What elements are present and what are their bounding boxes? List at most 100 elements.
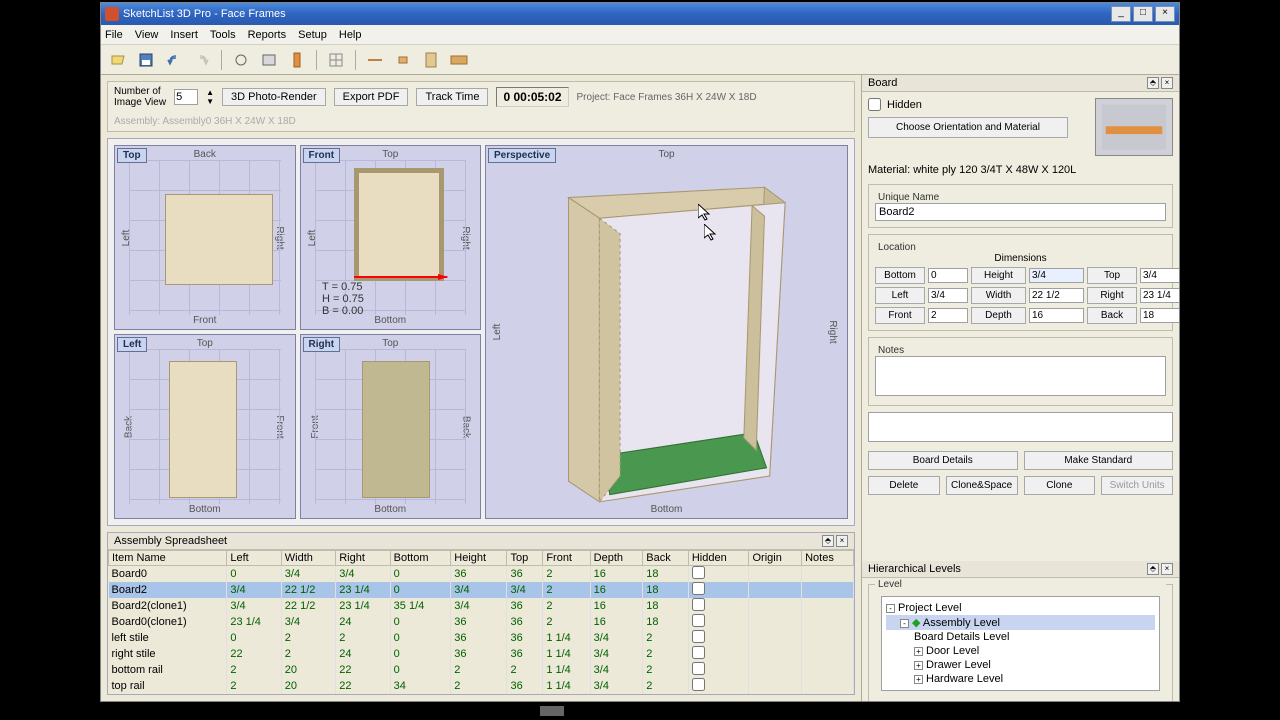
clone-button[interactable]: Clone (1024, 476, 1096, 495)
track-time-button[interactable]: Track Time (416, 88, 488, 106)
hidden-checkbox[interactable] (692, 678, 705, 691)
viewport-front[interactable]: Front Top Bottom Left Right T = 0.75 H =… (300, 145, 482, 330)
table-row[interactable]: bottom rail220220221 1/43/42 (109, 662, 854, 678)
undo-icon[interactable] (163, 49, 185, 71)
width-button[interactable]: Width (971, 287, 1026, 304)
save-icon[interactable] (135, 49, 157, 71)
tree-item[interactable]: +Drawer Level (886, 658, 1155, 672)
table-row[interactable]: Board003/43/40363621618 (109, 566, 854, 583)
spreadsheet-table[interactable]: Item NameLeftWidthRightBottomHeightTopFr… (108, 550, 854, 694)
back-input[interactable] (1140, 308, 1179, 323)
close-button[interactable]: × (1155, 6, 1175, 22)
choose-orientation-button[interactable]: Choose Orientation and Material (868, 117, 1068, 138)
column-header[interactable]: Back (643, 551, 689, 566)
menu-insert[interactable]: Insert (170, 29, 198, 41)
hidden-checkbox[interactable] (692, 598, 705, 611)
panel-close-icon[interactable]: × (1161, 77, 1173, 89)
column-header[interactable]: Front (543, 551, 590, 566)
notes-textarea[interactable] (875, 356, 1166, 396)
board-details-button[interactable]: Board Details (868, 451, 1018, 470)
left-button[interactable]: Left (875, 287, 925, 304)
maximize-button[interactable]: □ (1133, 6, 1153, 22)
viewport-top[interactable]: Top Back Front Left Right (114, 145, 296, 330)
tree-item[interactable]: -Project Level (886, 601, 1155, 615)
column-header[interactable]: Top (507, 551, 543, 566)
table-row[interactable]: Board2(clone1)3/422 1/223 1/435 1/43/436… (109, 598, 854, 614)
tree-item[interactable]: +Hardware Level (886, 672, 1155, 686)
column-header[interactable]: Bottom (390, 551, 451, 566)
line-icon[interactable] (364, 49, 386, 71)
depth-button[interactable]: Depth (971, 307, 1026, 324)
column-header[interactable]: Notes (802, 551, 854, 566)
left-input[interactable] (928, 288, 968, 303)
depth-input[interactable] (1029, 308, 1084, 323)
menu-setup[interactable]: Setup (298, 29, 327, 41)
open-icon[interactable] (107, 49, 129, 71)
menu-file[interactable]: File (105, 29, 123, 41)
wide-panel-icon[interactable] (448, 49, 470, 71)
menu-view[interactable]: View (135, 29, 159, 41)
clone-space-button[interactable]: Clone&Space (946, 476, 1018, 495)
num-views-input[interactable] (174, 89, 198, 105)
width-input[interactable] (1029, 288, 1084, 303)
table-row[interactable]: Board23/422 1/223 1/403/43/421618 (109, 582, 854, 598)
unique-name-input[interactable] (875, 203, 1166, 221)
small-rect-icon[interactable] (392, 49, 414, 71)
hidden-checkbox[interactable] (692, 662, 705, 675)
tree-item[interactable]: +Door Level (886, 644, 1155, 658)
menu-tools[interactable]: Tools (210, 29, 236, 41)
hidden-checkbox[interactable] (692, 614, 705, 627)
column-header[interactable]: Depth (590, 551, 643, 566)
viewport-perspective[interactable]: Perspective Top Bottom Left Right (485, 145, 848, 519)
top-button[interactable]: Top (1087, 267, 1137, 284)
photo-render-button[interactable]: 3D Photo-Render (222, 88, 326, 106)
menu-reports[interactable]: Reports (248, 29, 287, 41)
column-header[interactable]: Hidden (688, 551, 749, 566)
hidden-checkbox[interactable] (692, 566, 705, 579)
table-row[interactable]: right stile22224036361 1/43/42 (109, 646, 854, 662)
delete-button[interactable]: Delete (868, 476, 940, 495)
column-header[interactable]: Width (281, 551, 335, 566)
tree-item[interactable]: -◆ Assembly Level (886, 615, 1155, 630)
notes-textarea-2[interactable] (868, 412, 1173, 442)
board-tool-icon[interactable] (286, 49, 308, 71)
column-header[interactable]: Height (451, 551, 507, 566)
hidden-checkbox[interactable] (868, 98, 881, 111)
right-button[interactable]: Right (1087, 287, 1137, 304)
column-header[interactable]: Right (336, 551, 390, 566)
column-header[interactable]: Item Name (109, 551, 227, 566)
viewport-right[interactable]: Right Top Bottom Front Back (300, 334, 482, 519)
bottom-button[interactable]: Bottom (875, 267, 925, 284)
column-header[interactable]: Origin (749, 551, 802, 566)
circle-tool-icon[interactable] (230, 49, 252, 71)
right-input[interactable] (1140, 288, 1179, 303)
panel-pin-icon[interactable]: ⬘ (1147, 77, 1159, 89)
menu-help[interactable]: Help (339, 29, 362, 41)
front-button[interactable]: Front (875, 307, 925, 324)
height-input[interactable] (1029, 268, 1084, 283)
panel-pin-icon[interactable]: ⬘ (1147, 563, 1159, 575)
top-input[interactable] (1140, 268, 1179, 283)
hierarchy-tree[interactable]: -Project Level-◆ Assembly LevelBoard Det… (881, 596, 1160, 691)
height-button[interactable]: Height (971, 267, 1026, 284)
num-views-stepper[interactable]: ▲▼ (206, 88, 214, 106)
redo-icon[interactable] (191, 49, 213, 71)
grid-icon[interactable] (325, 49, 347, 71)
hidden-checkbox[interactable] (692, 630, 705, 643)
bottom-input[interactable] (928, 268, 968, 283)
switch-units-button[interactable]: Switch Units (1101, 476, 1173, 495)
column-header[interactable]: Left (227, 551, 281, 566)
video-progress[interactable] (540, 706, 564, 716)
front-input[interactable] (928, 308, 968, 323)
hidden-checkbox[interactable] (692, 646, 705, 659)
tool-icon[interactable] (258, 49, 280, 71)
make-standard-button[interactable]: Make Standard (1024, 451, 1174, 470)
viewport-left[interactable]: Left Top Bottom Back Front (114, 334, 296, 519)
tree-item[interactable]: Board Details Level (886, 630, 1155, 644)
title-bar[interactable]: SketchList 3D Pro - Face Frames _ □ × (101, 3, 1179, 25)
back-button[interactable]: Back (1087, 307, 1137, 324)
table-row[interactable]: left stile022036361 1/43/42 (109, 630, 854, 646)
table-row[interactable]: top rail22022342361 1/43/42 (109, 678, 854, 694)
panel-icon[interactable] (420, 49, 442, 71)
export-pdf-button[interactable]: Export PDF (334, 88, 409, 106)
